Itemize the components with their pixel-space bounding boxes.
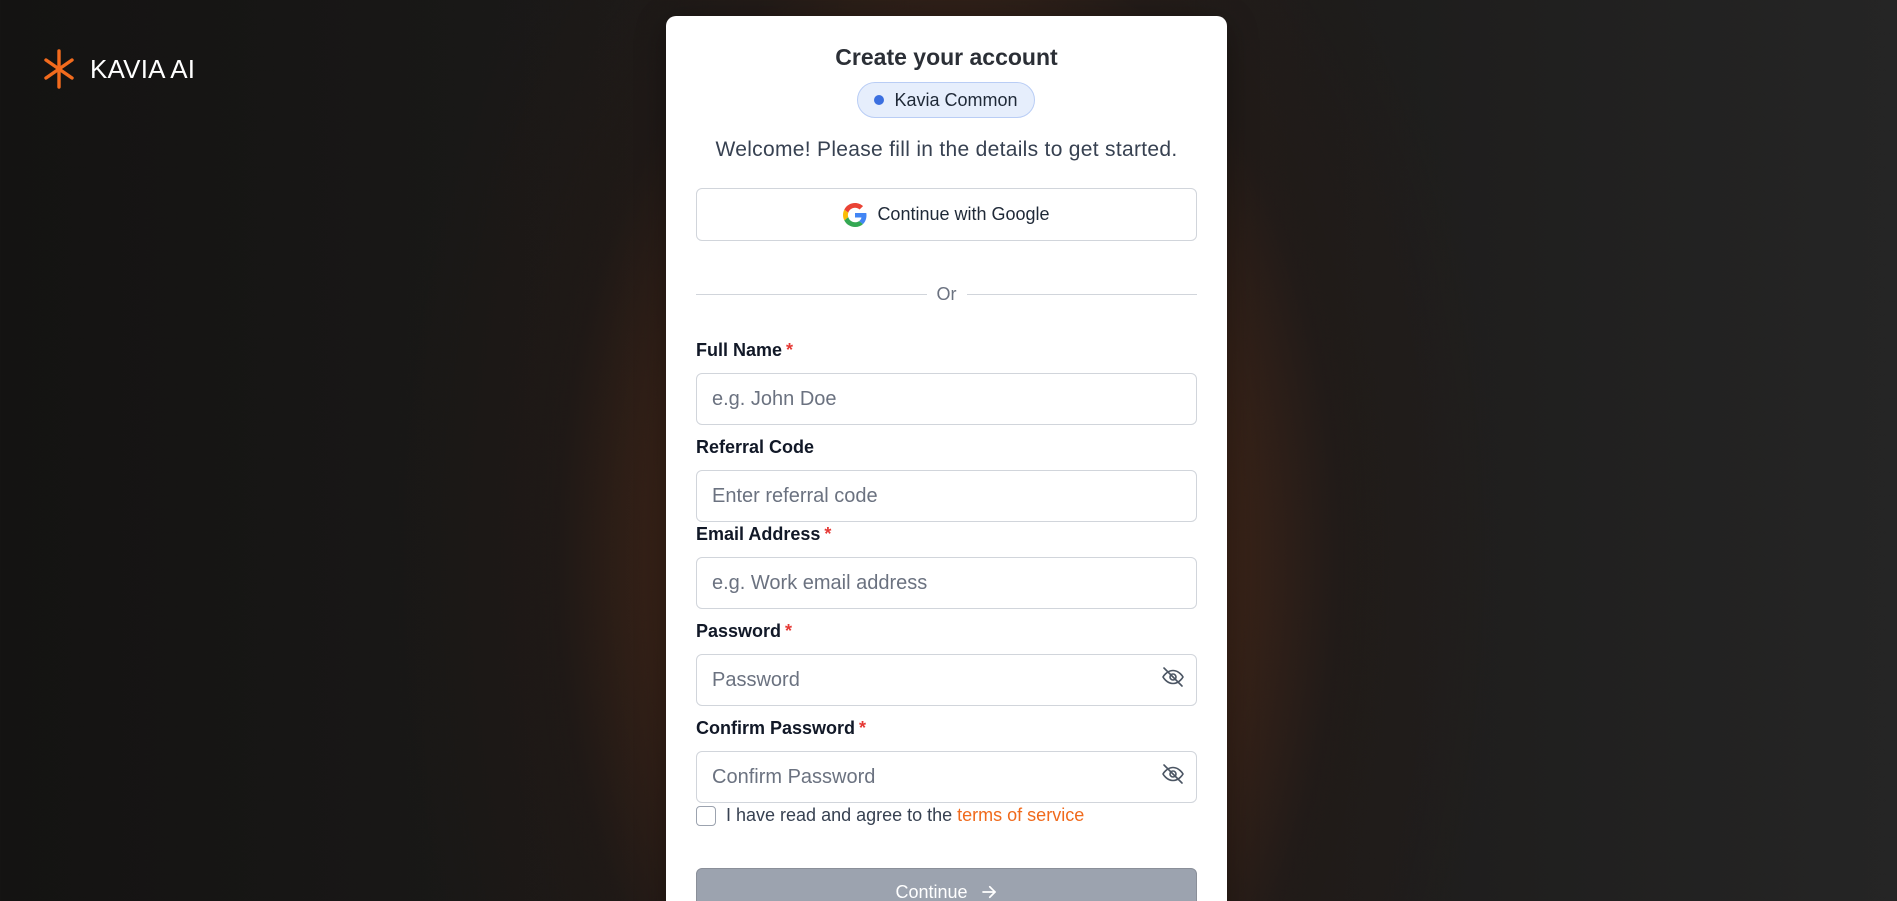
- eye-off-icon[interactable]: [1161, 665, 1185, 689]
- password-label-text: Password: [696, 621, 782, 641]
- continue-button-label: Continue: [895, 881, 968, 901]
- terms-checkbox[interactable]: [696, 805, 716, 826]
- subtitle: Welcome! Please fill in the details to g…: [715, 138, 1178, 161]
- divider-text: Or: [936, 284, 957, 304]
- terms-text-label: I have read and agree to the: [726, 805, 953, 825]
- page-title: Create your account: [835, 44, 1058, 70]
- email-label: Email Address *: [696, 524, 831, 545]
- workspace-badge: Kavia Common: [857, 82, 1035, 118]
- required-marker: *: [786, 340, 794, 360]
- email-label-text: Email Address: [696, 524, 821, 544]
- google-button-label: Continue with Google: [877, 204, 1050, 224]
- continue-button[interactable]: Continue: [696, 868, 1197, 901]
- asterisk-logo-icon: [44, 49, 74, 89]
- badge-label: Kavia Common: [894, 89, 1018, 110]
- password-label: Password *: [696, 621, 792, 642]
- confirm-password-label: Confirm Password *: [696, 718, 866, 739]
- referral-code-label-text: Referral Code: [696, 437, 815, 457]
- full-name-input[interactable]: [696, 373, 1197, 425]
- or-divider: Or: [696, 284, 1197, 305]
- required-marker: *: [824, 524, 832, 544]
- continue-with-google-button[interactable]: Continue with Google: [696, 188, 1197, 241]
- eye-off-icon[interactable]: [1161, 762, 1185, 786]
- divider-line-right: [966, 294, 1197, 295]
- terms-agreement: I have read and agree to the terms of ser…: [696, 805, 1084, 826]
- full-name-label: Full Name *: [696, 340, 793, 361]
- required-marker: *: [859, 718, 867, 738]
- divider-line-left: [696, 294, 927, 295]
- arrow-right-icon: [981, 885, 996, 899]
- required-marker: *: [785, 621, 793, 641]
- signup-card: Create your account Kavia Common Welcome…: [666, 16, 1227, 901]
- status-dot-icon: [874, 95, 885, 105]
- password-input[interactable]: [696, 654, 1197, 706]
- full-name-label-text: Full Name: [696, 340, 783, 360]
- confirm-password-label-text: Confirm Password: [696, 718, 856, 738]
- referral-code-input[interactable]: [696, 470, 1197, 522]
- confirm-password-input[interactable]: [696, 751, 1197, 803]
- brand-name: KAVIA AI: [90, 53, 196, 84]
- brand[interactable]: KAVIA AI: [40, 48, 195, 90]
- google-g-icon: [843, 202, 867, 227]
- referral-code-label: Referral Code: [696, 437, 814, 458]
- terms-text: I have read and agree to the terms of ser…: [726, 805, 1084, 826]
- terms-of-service-link[interactable]: terms of service: [957, 805, 1084, 825]
- email-input[interactable]: [696, 557, 1197, 609]
